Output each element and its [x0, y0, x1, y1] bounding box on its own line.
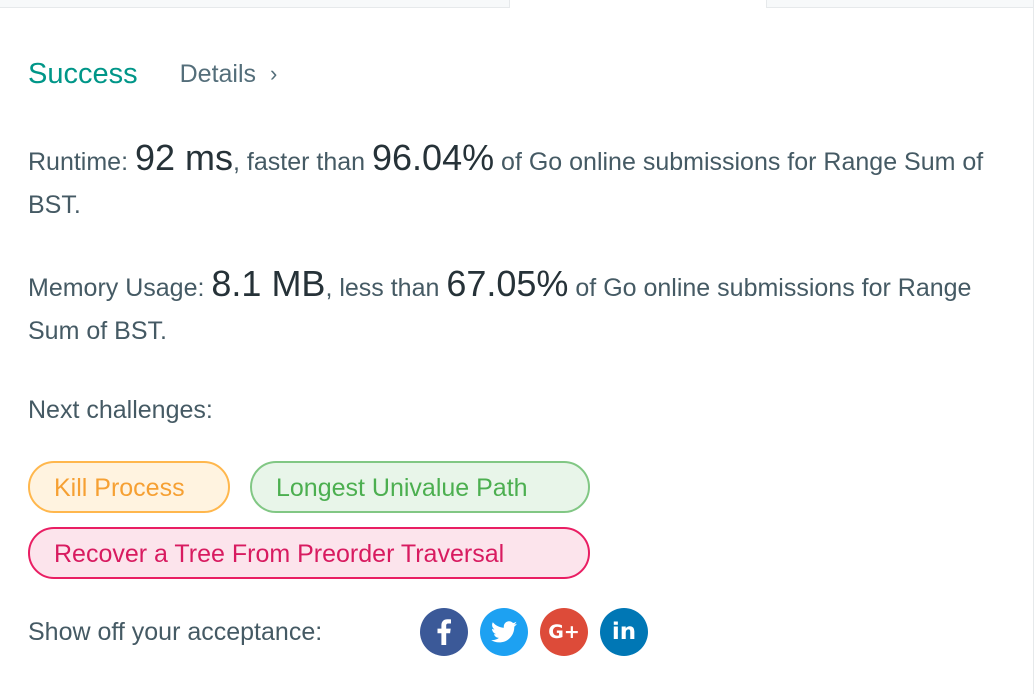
memory-label: Memory Usage: — [28, 274, 212, 302]
runtime-label: Runtime: — [28, 148, 135, 176]
runtime-percent: 96.04% — [372, 137, 495, 178]
linkedin-share-button[interactable]: in — [600, 608, 648, 656]
memory-value: 8.1 MB — [211, 263, 326, 304]
next-challenges-label: Next challenges: — [28, 396, 213, 424]
top-tab-bar — [0, 0, 1034, 8]
runtime-stat: Runtime: 92 ms, faster than 96.04% of Go… — [28, 136, 1028, 227]
challenge-kill-process[interactable]: Kill Process — [28, 461, 230, 513]
facebook-icon — [437, 619, 451, 645]
status-success-label: Success — [28, 58, 138, 90]
google-plus-icon: G+ — [548, 620, 580, 643]
memory-middle: , less than — [325, 274, 447, 302]
chevron-right-icon: › — [270, 61, 278, 86]
challenge-longest-univalue-path[interactable]: Longest Univalue Path — [250, 461, 590, 513]
twitter-share-button[interactable] — [480, 608, 528, 656]
twitter-icon — [491, 621, 517, 643]
memory-stat: Memory Usage: 8.1 MB, less than 67.05% o… — [28, 262, 1028, 353]
tab-right[interactable] — [766, 0, 1034, 8]
linkedin-icon: in — [611, 618, 637, 645]
challenge-recover-tree-preorder[interactable]: Recover a Tree From Preorder Traversal — [28, 527, 590, 579]
share-label: Show off your acceptance: — [28, 618, 323, 646]
details-label: Details — [179, 60, 257, 88]
tab-left[interactable] — [0, 0, 510, 8]
details-link[interactable]: Details › — [180, 54, 278, 94]
runtime-middle: , faster than — [233, 148, 372, 176]
google-plus-share-button[interactable]: G+ — [540, 608, 588, 656]
submission-status-row: Success Details › — [28, 54, 277, 94]
facebook-share-button[interactable] — [420, 608, 468, 656]
memory-percent: 67.05% — [446, 263, 569, 304]
runtime-value: 92 ms — [134, 137, 234, 178]
